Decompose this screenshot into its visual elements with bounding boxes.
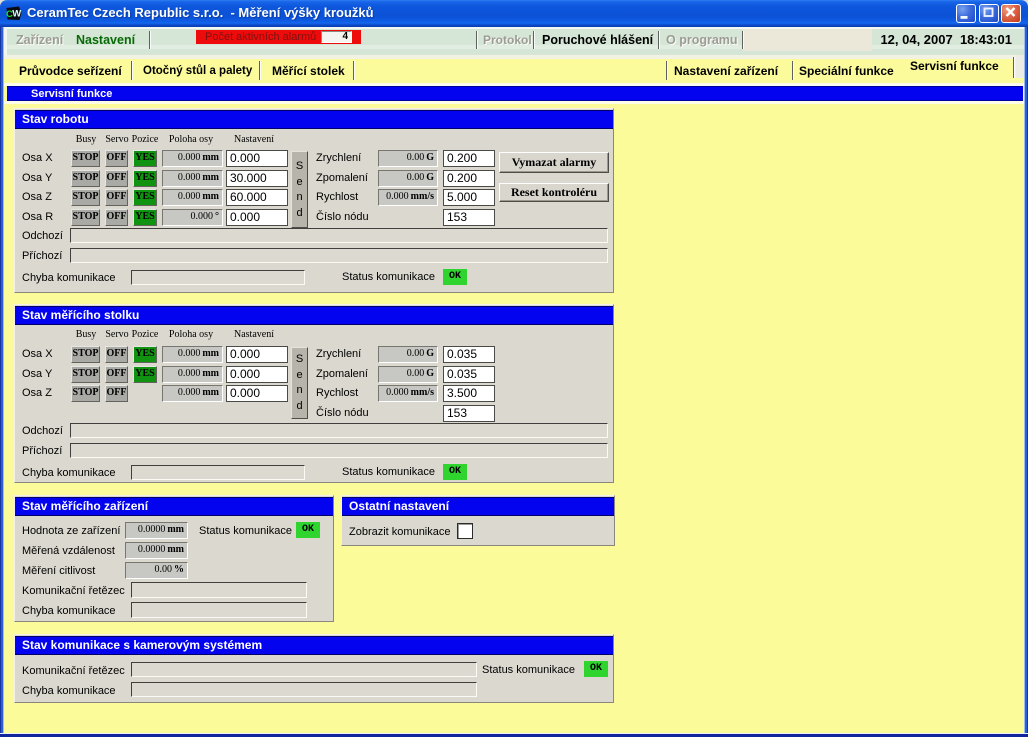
svg-text:W: W — [12, 9, 21, 20]
